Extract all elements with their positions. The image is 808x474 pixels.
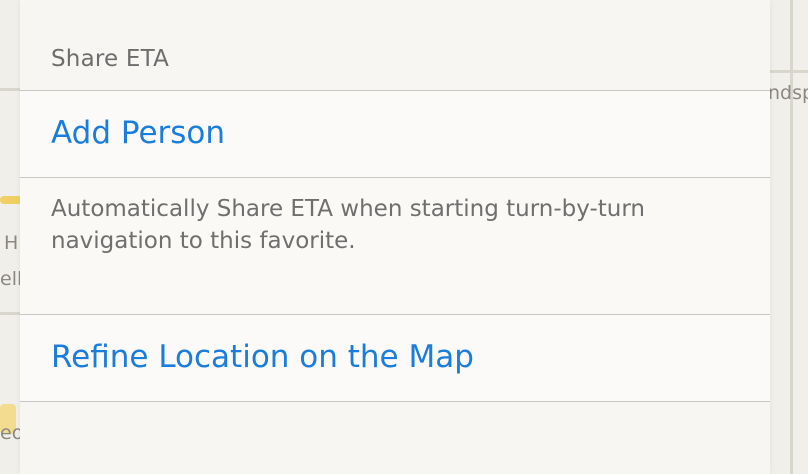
map-place-label: ndsp	[768, 82, 808, 104]
header-area	[20, 0, 770, 90]
refine-location-label: Refine Location on the Map	[51, 339, 474, 375]
add-person-label: Add Person	[51, 115, 226, 151]
share-eta-section-header: Share ETA	[51, 46, 170, 72]
map-road	[0, 88, 20, 91]
bottom-spacer	[20, 402, 770, 474]
map-road	[770, 70, 808, 73]
map-place-label: ell	[0, 268, 23, 290]
share-eta-footer-text: Automatically Share ETA when starting tu…	[51, 196, 646, 254]
map-place-label: H	[4, 232, 19, 254]
favorite-details-card: Share ETA Add Person Automatically Share…	[20, 0, 770, 474]
add-person-button[interactable]: Add Person	[20, 91, 770, 177]
map-road	[790, 0, 793, 474]
map-road	[0, 312, 20, 315]
refine-location-button[interactable]: Refine Location on the Map	[20, 315, 770, 401]
divider	[20, 177, 770, 178]
map-highway	[0, 196, 22, 204]
